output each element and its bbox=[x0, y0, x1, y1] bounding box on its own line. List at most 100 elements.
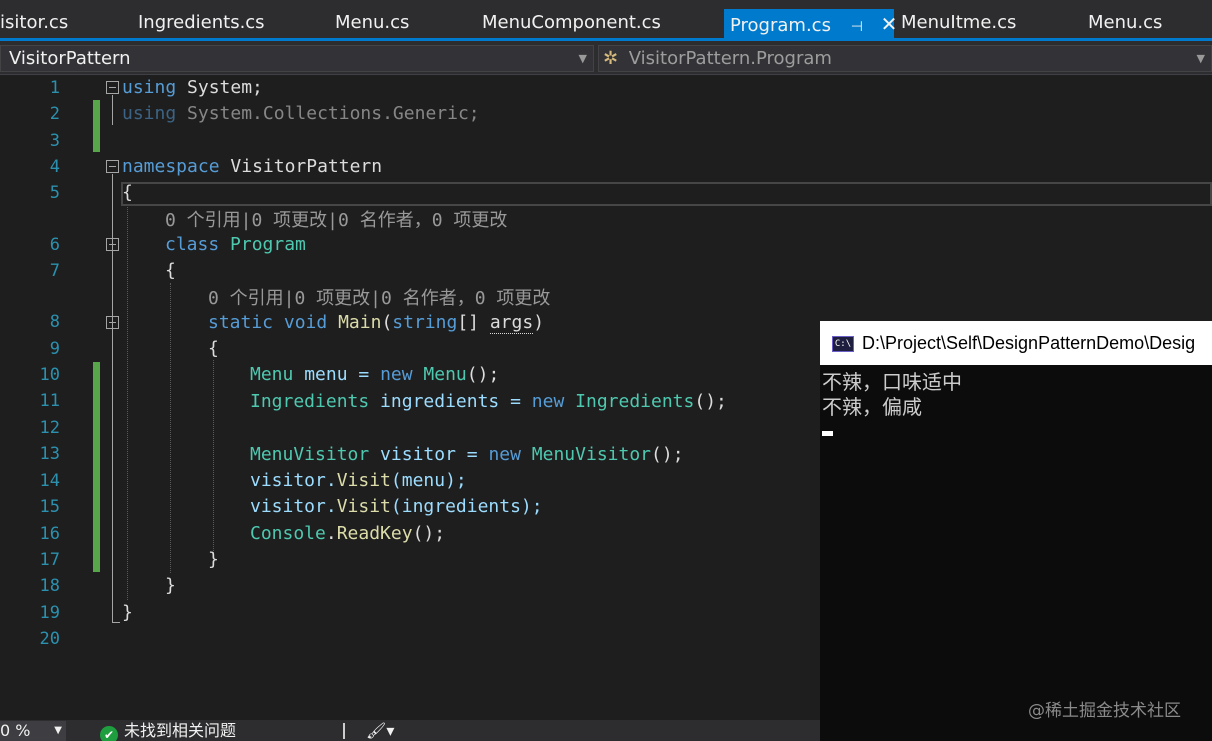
console-cursor bbox=[822, 431, 833, 436]
change-indicator bbox=[93, 362, 100, 572]
tab-ingredients[interactable]: Ingredients.cs bbox=[138, 8, 265, 38]
code-line: { bbox=[208, 336, 219, 362]
brace: { bbox=[122, 182, 133, 203]
tab-label: MenuComponent.cs bbox=[482, 12, 661, 33]
method-name: Main bbox=[338, 312, 382, 333]
tab-label: Ingredients.cs bbox=[138, 12, 265, 33]
divider bbox=[343, 723, 345, 739]
brace: { bbox=[165, 260, 176, 281]
collapse-icon[interactable] bbox=[106, 316, 119, 329]
brace: } bbox=[208, 549, 219, 570]
line-number: 14 bbox=[39, 471, 60, 491]
paren: ) bbox=[533, 312, 545, 333]
tab-menuitme[interactable]: MenuItme.cs bbox=[901, 8, 1016, 38]
console-title: D:\Project\Self\DesignPatternDemo\Desig bbox=[862, 333, 1196, 353]
type-name: Console bbox=[250, 523, 326, 544]
brace: } bbox=[165, 575, 176, 596]
variable: visitor. bbox=[250, 496, 337, 517]
variable: visitor. bbox=[250, 470, 337, 491]
variable: visitor = bbox=[369, 444, 489, 465]
console-output-line: 不辣，偏咸 bbox=[822, 395, 922, 419]
tab-label: Menu.cs bbox=[335, 12, 410, 33]
console-title-bar[interactable]: C:\ D:\Project\Self\DesignPatternDemo\Des… bbox=[820, 321, 1212, 365]
console-window[interactable]: C:\ D:\Project\Self\DesignPatternDemo\Des… bbox=[820, 321, 1212, 741]
variable: menu = bbox=[293, 364, 381, 385]
line-number: 7 bbox=[49, 261, 60, 281]
keyword: string bbox=[392, 312, 458, 333]
keyword: void bbox=[283, 312, 328, 333]
line-number: 18 bbox=[39, 576, 60, 596]
paren: ( bbox=[381, 312, 393, 333]
current-line-highlight bbox=[121, 182, 1212, 206]
tab-menucomponent[interactable]: MenuComponent.cs bbox=[482, 8, 661, 38]
tab-label: Menu.cs bbox=[1088, 12, 1163, 33]
code-line: namespace VisitorPattern bbox=[122, 154, 382, 180]
keyword: using bbox=[122, 103, 177, 124]
type-name: Menu bbox=[250, 364, 294, 385]
tab-program[interactable]: Program.cs ⊣ ✕ bbox=[724, 9, 897, 42]
keyword: class bbox=[165, 234, 220, 255]
keyword: new bbox=[531, 391, 565, 412]
code-line: class Program bbox=[165, 232, 306, 258]
code-line: { bbox=[165, 258, 176, 284]
document-tab-bar: isitor.cs Ingredients.cs Menu.cs MenuCom… bbox=[0, 0, 1212, 41]
code-line: Console.ReadKey(); bbox=[250, 521, 445, 547]
project-dropdown[interactable]: VisitorPattern ▼ bbox=[0, 45, 594, 72]
change-indicator bbox=[93, 100, 100, 152]
chevron-down-icon: ▼ bbox=[578, 52, 587, 65]
line-number-gutter: 1 2 3 4 5 6 7 8 9 10 11 12 13 14 15 16 1… bbox=[0, 75, 120, 720]
outline-end bbox=[112, 622, 120, 623]
punctuation: (); bbox=[466, 364, 500, 385]
parameter-name: args bbox=[489, 312, 534, 334]
line-number: 20 bbox=[39, 629, 60, 649]
project-name: VisitorPattern bbox=[9, 48, 131, 69]
navigation-bar: VisitorPattern ▼ ✲ VisitorPattern.Progra… bbox=[0, 41, 1212, 75]
keyword: static bbox=[208, 312, 274, 333]
line-number: 8 bbox=[49, 312, 60, 332]
brackets: [] bbox=[457, 312, 490, 333]
code-line: } bbox=[165, 573, 176, 599]
brace: { bbox=[208, 338, 219, 359]
code-line: static void Main(string[] args) bbox=[208, 310, 544, 336]
line-number: 6 bbox=[49, 235, 60, 255]
pin-icon[interactable]: ⊣ bbox=[851, 12, 863, 42]
punctuation: . bbox=[325, 523, 337, 544]
class-name: Program bbox=[230, 234, 306, 255]
zoom-dropdown[interactable]: 0 % ▼ bbox=[0, 721, 66, 741]
code-line: Ingredients ingredients = new Ingredient… bbox=[250, 389, 727, 415]
type-name: MenuVisitor bbox=[250, 444, 370, 465]
code-line: visitor.Visit(ingredients); bbox=[250, 494, 543, 520]
line-number: 16 bbox=[39, 524, 60, 544]
line-number: 15 bbox=[39, 497, 60, 517]
collapse-icon[interactable] bbox=[106, 160, 119, 173]
indent-guide bbox=[213, 360, 214, 555]
class-dropdown[interactable]: ✲ VisitorPattern.Program ▼ bbox=[598, 45, 1212, 72]
tab-visitor[interactable]: isitor.cs bbox=[0, 8, 68, 38]
line-number: 1 bbox=[49, 78, 60, 98]
keyword: new bbox=[380, 364, 413, 385]
line-number: 2 bbox=[49, 104, 60, 124]
line-number: 9 bbox=[49, 339, 60, 359]
tab-menu-2[interactable]: Menu.cs bbox=[1088, 8, 1162, 38]
collapse-icon[interactable] bbox=[106, 238, 119, 251]
codelens-references[interactable]: 0 个引用|0 项更改|0 名作者，0 项更改 bbox=[165, 206, 507, 232]
code-line: } bbox=[122, 600, 133, 626]
tab-label: MenuItme.cs bbox=[901, 12, 1017, 33]
issues-label: 未找到相关问题 bbox=[124, 721, 237, 740]
line-number: 19 bbox=[39, 603, 60, 623]
line-number: 17 bbox=[39, 550, 60, 570]
variable: ingredients = bbox=[369, 391, 532, 412]
tab-menu[interactable]: Menu.cs bbox=[335, 8, 409, 38]
line-number: 3 bbox=[49, 131, 60, 151]
tab-label: isitor.cs bbox=[0, 12, 69, 33]
issues-indicator[interactable]: ✔ 未找到相关问题 bbox=[100, 721, 236, 741]
code-line: visitor.Visit(menu); bbox=[250, 468, 467, 494]
brace: } bbox=[122, 602, 133, 623]
line-number: 13 bbox=[39, 444, 60, 464]
code-cleanup-brush-icon[interactable]: 🖌▾ bbox=[366, 721, 394, 741]
codelens-references[interactable]: 0 个引用|0 项更改|0 名作者，0 项更改 bbox=[208, 284, 550, 310]
class-member-name: VisitorPattern.Program bbox=[628, 48, 832, 69]
close-icon[interactable]: ✕ bbox=[881, 9, 898, 39]
type-name: MenuVisitor bbox=[531, 444, 652, 465]
collapse-icon[interactable] bbox=[106, 81, 119, 94]
